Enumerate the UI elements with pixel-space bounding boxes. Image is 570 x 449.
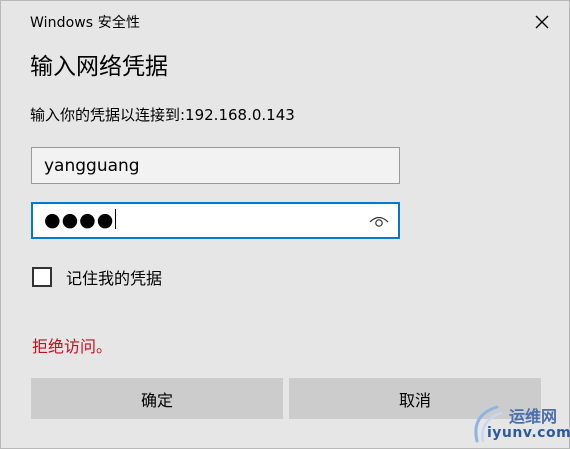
watermark-en: iyunv.com — [487, 425, 570, 441]
watermark-cn: 运维网 — [509, 407, 558, 426]
error-message: 拒绝访问。 — [32, 337, 113, 356]
remember-credentials[interactable]: 记住我的凭据 — [32, 265, 162, 289]
watermark: 运维网 iyunv.com — [467, 401, 570, 447]
dialog-heading: 输入网络凭据 — [30, 54, 168, 80]
username-value: yangguang — [44, 156, 140, 176]
remember-label: 记住我的凭据 — [66, 269, 163, 288]
remember-checkbox[interactable] — [32, 267, 52, 287]
close-button[interactable] — [526, 8, 558, 36]
eye-icon — [369, 216, 389, 227]
password-field[interactable]: ●●●● — [31, 202, 400, 239]
reveal-password-button[interactable] — [368, 212, 390, 230]
ok-button[interactable]: 确定 — [31, 378, 283, 419]
text-caret — [115, 209, 117, 229]
password-mask: ●●●● — [44, 209, 115, 231]
window-title: Windows 安全性 — [30, 15, 141, 31]
connection-prompt: 输入你的凭据以连接到:192.168.0.143 — [30, 106, 295, 124]
credential-dialog: Windows 安全性 输入网络凭据 输入你的凭据以连接到:192.168.0.… — [0, 0, 570, 449]
close-icon — [535, 15, 549, 29]
password-value: ●●●● — [44, 209, 117, 231]
username-field[interactable]: yangguang — [31, 147, 400, 184]
